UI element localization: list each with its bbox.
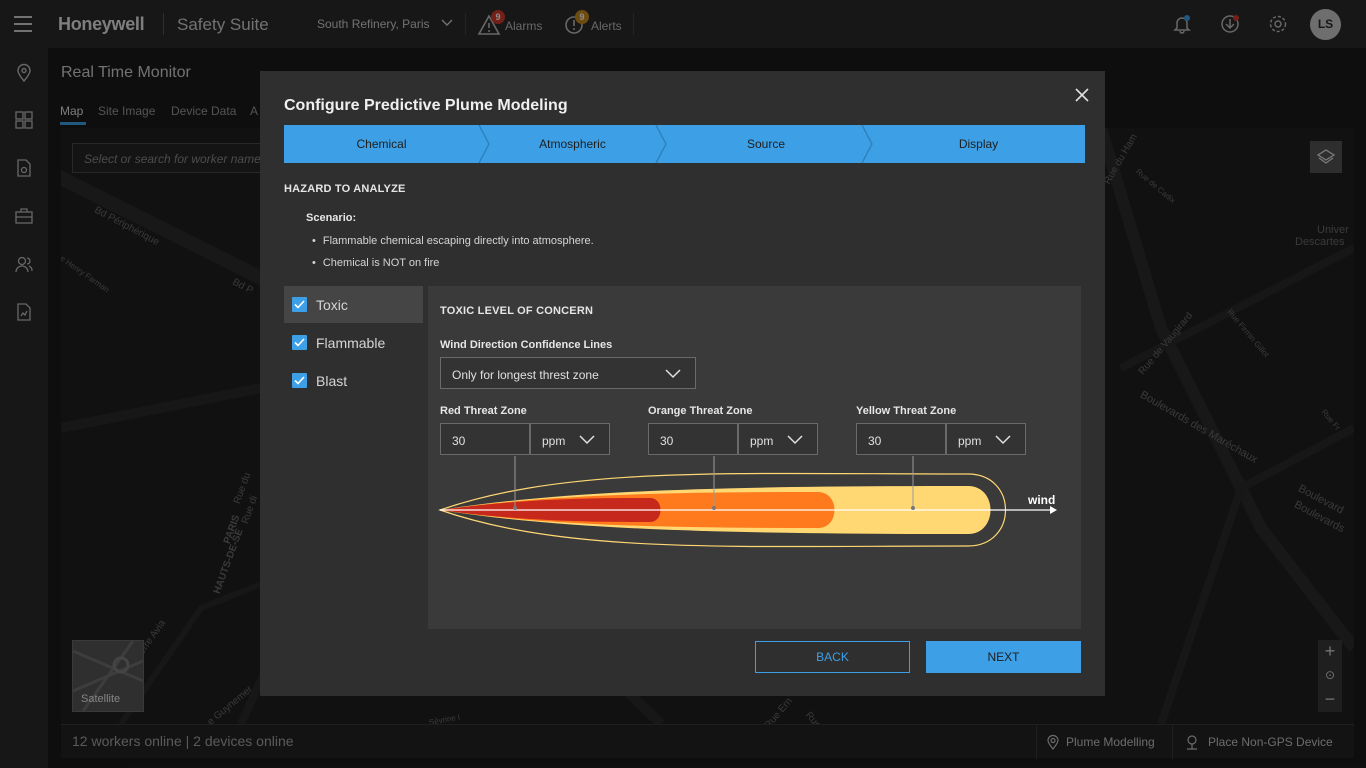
toxic-settings-panel: TOXIC LEVEL OF CONCERN Wind Direction Co… bbox=[428, 286, 1081, 629]
category-label: Flammable bbox=[316, 335, 386, 351]
chevron-down-icon bbox=[995, 435, 1011, 445]
wind-lines-select[interactable]: Only for longest threst zone bbox=[440, 357, 696, 389]
dialog-title: Configure Predictive Plume Modeling bbox=[284, 97, 568, 114]
orange-zone-unit-select[interactable]: ppm bbox=[738, 423, 818, 455]
blast-checkbox[interactable] bbox=[292, 373, 307, 388]
red-zone-unit: ppm bbox=[542, 434, 566, 448]
plume-diagram: wind bbox=[438, 456, 1057, 548]
close-icon[interactable] bbox=[1073, 86, 1091, 104]
back-button[interactable]: BACK bbox=[755, 641, 910, 673]
category-blast[interactable]: Blast bbox=[284, 362, 423, 399]
check-icon bbox=[294, 300, 305, 309]
category-toxic[interactable]: Toxic bbox=[284, 286, 423, 323]
yellow-zone-marker bbox=[911, 506, 915, 510]
wind-label: wind bbox=[1027, 493, 1055, 507]
category-label: Blast bbox=[316, 373, 348, 389]
red-zone-value-input[interactable]: 30 bbox=[440, 423, 530, 455]
red-zone-unit-select[interactable]: ppm bbox=[530, 423, 610, 455]
orange-zone-label: Orange Threat Zone bbox=[648, 405, 753, 417]
chevron-down-icon bbox=[665, 369, 681, 379]
red-zone-marker bbox=[513, 506, 517, 510]
scenario-heading: Scenario: bbox=[306, 212, 357, 224]
wind-lines-label: Wind Direction Confidence Lines bbox=[440, 339, 613, 351]
orange-zone-value-input[interactable]: 30 bbox=[648, 423, 738, 455]
wind-arrow-icon bbox=[1050, 506, 1057, 514]
step-source[interactable]: Source bbox=[666, 137, 866, 151]
category-flammable[interactable]: Flammable bbox=[284, 324, 423, 361]
red-zone-label: Red Threat Zone bbox=[440, 405, 527, 417]
toxic-checkbox[interactable] bbox=[292, 297, 307, 312]
yellow-zone-unit-select[interactable]: ppm bbox=[946, 423, 1026, 455]
orange-zone-unit: ppm bbox=[750, 434, 774, 448]
orange-zone-value: 30 bbox=[660, 434, 674, 448]
flammable-checkbox[interactable] bbox=[292, 335, 307, 350]
wind-lines-value: Only for longest threst zone bbox=[452, 368, 599, 382]
chevron-down-icon bbox=[787, 435, 803, 445]
yellow-zone-value-input[interactable]: 30 bbox=[856, 423, 946, 455]
yellow-zone-label: Yellow Threat Zone bbox=[856, 405, 957, 417]
plume-config-dialog: Configure Predictive Plume Modeling Chem… bbox=[260, 71, 1105, 696]
hazard-heading: HAZARD TO ANALYZE bbox=[284, 183, 406, 195]
chevron-down-icon bbox=[579, 435, 595, 445]
panel-heading: TOXIC LEVEL OF CONCERN bbox=[440, 305, 594, 317]
step-atmospheric[interactable]: Atmospheric bbox=[489, 137, 656, 151]
next-button[interactable]: NEXT bbox=[926, 641, 1081, 673]
scenario-bullet: Flammable chemical escaping directly int… bbox=[312, 235, 594, 247]
scenario-bullet: Chemical is NOT on fire bbox=[312, 257, 440, 269]
wizard-stepper: Chemical Atmospheric Source Display bbox=[284, 125, 1085, 163]
red-zone-value: 30 bbox=[452, 434, 466, 448]
check-icon bbox=[294, 338, 305, 347]
yellow-zone-value: 30 bbox=[868, 434, 882, 448]
check-icon bbox=[294, 376, 305, 385]
orange-zone-marker bbox=[712, 506, 716, 510]
category-label: Toxic bbox=[316, 297, 348, 313]
step-display[interactable]: Display bbox=[872, 137, 1085, 151]
yellow-zone-unit: ppm bbox=[958, 434, 982, 448]
step-chemical[interactable]: Chemical bbox=[284, 137, 479, 151]
